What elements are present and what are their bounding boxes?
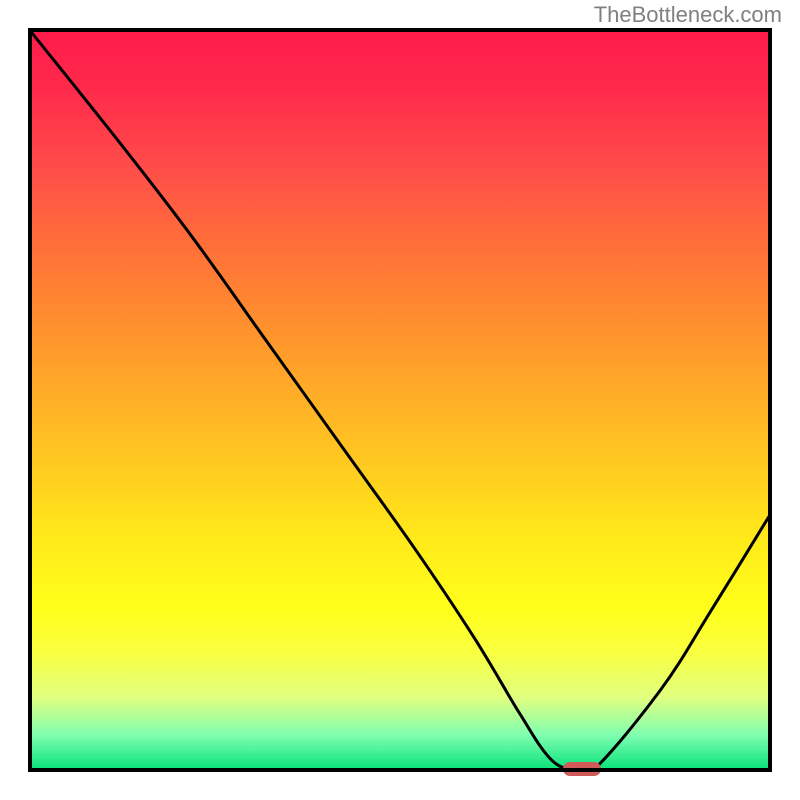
watermark-text: TheBottleneck.com bbox=[594, 2, 782, 28]
optimal-marker bbox=[563, 762, 601, 776]
chart-area bbox=[28, 28, 772, 772]
gradient-background bbox=[28, 28, 772, 772]
